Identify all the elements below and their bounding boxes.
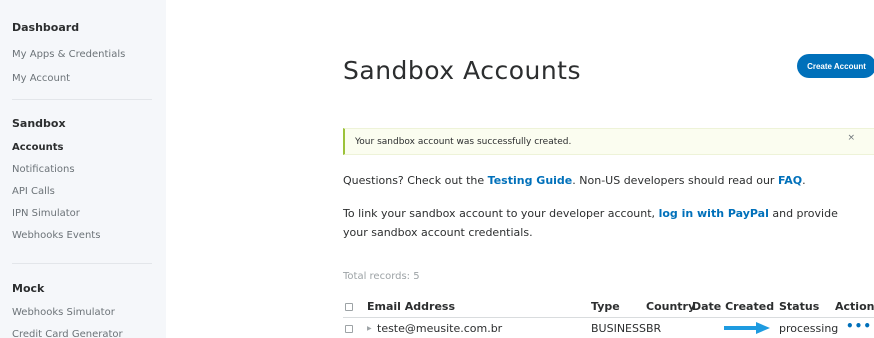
page-title: Sandbox Accounts xyxy=(343,56,582,85)
col-header-actions: Actions xyxy=(835,300,874,313)
row-type: BUSINESS xyxy=(591,322,646,335)
col-header-date-created[interactable]: Date Created xyxy=(692,300,774,313)
help-text-prefix: Questions? Check out the xyxy=(343,174,488,187)
sidebar: Dashboard My Apps & Credentials My Accou… xyxy=(0,0,166,338)
col-header-email[interactable]: Email Address xyxy=(367,300,455,313)
sidebar-item-credit-card-generator[interactable]: Credit Card Generator xyxy=(12,329,123,338)
sidebar-item-ipn-simulator[interactable]: IPN Simulator xyxy=(12,208,100,219)
sidebar-heading-sandbox: Sandbox xyxy=(12,117,66,130)
row-status: processing xyxy=(779,322,839,335)
success-alert: Your sandbox account was successfully cr… xyxy=(343,128,874,155)
select-all-checkbox[interactable] xyxy=(345,303,353,311)
sidebar-item-api-calls[interactable]: API Calls xyxy=(12,186,100,197)
sidebar-item-my-apps[interactable]: My Apps & Credentials xyxy=(12,49,125,60)
testing-guide-link[interactable]: Testing Guide xyxy=(488,174,573,187)
more-horizontal-icon[interactable]: ••• xyxy=(846,319,872,333)
sidebar-item-webhooks-simulator[interactable]: Webhooks Simulator xyxy=(12,307,123,318)
sidebar-item-accounts[interactable]: Accounts xyxy=(12,142,100,153)
create-account-button[interactable]: Create Account xyxy=(797,54,874,78)
link-account-text: To link your sandbox account to your dev… xyxy=(343,204,863,242)
row-checkbox[interactable] xyxy=(345,325,353,333)
alert-message: Your sandbox account was successfully cr… xyxy=(355,136,572,147)
sidebar-divider xyxy=(12,263,152,264)
row-country: BR xyxy=(646,322,662,335)
sidebar-item-my-account[interactable]: My Account xyxy=(12,73,125,84)
help-text: Questions? Check out the Testing Guide. … xyxy=(343,171,863,190)
sidebar-section-sandbox: Sandbox Accounts Notifications API Calls… xyxy=(12,117,100,241)
caret-right-icon[interactable]: ▶ xyxy=(367,325,372,332)
col-header-type[interactable]: Type xyxy=(591,300,620,313)
table-header-divider xyxy=(343,317,874,318)
sidebar-item-webhooks-events[interactable]: Webhooks Events xyxy=(12,230,100,241)
sidebar-section-dashboard: Dashboard My Apps & Credentials My Accou… xyxy=(12,21,125,84)
faq-link[interactable]: FAQ xyxy=(778,174,802,187)
row-email: teste@meusite.com.br xyxy=(377,322,503,335)
col-header-status[interactable]: Status xyxy=(779,300,819,313)
arrow-right-icon xyxy=(724,322,770,334)
sidebar-heading-dashboard: Dashboard xyxy=(12,21,80,34)
close-icon[interactable]: × xyxy=(847,133,855,143)
help-text-suffix: . xyxy=(802,174,806,187)
log-in-with-paypal-link[interactable]: log in with PayPal xyxy=(659,207,769,220)
sidebar-section-mock: Mock Webhooks Simulator Credit Card Gene… xyxy=(12,282,123,338)
link-text-prefix: To link your sandbox account to your dev… xyxy=(343,207,659,220)
total-records: Total records: 5 xyxy=(343,271,420,282)
col-header-country[interactable]: Country xyxy=(646,300,695,313)
sidebar-heading-mock: Mock xyxy=(12,282,45,295)
help-text-middle: . Non-US developers should read our xyxy=(572,174,778,187)
sidebar-item-notifications[interactable]: Notifications xyxy=(12,164,100,175)
sidebar-divider xyxy=(12,99,152,100)
